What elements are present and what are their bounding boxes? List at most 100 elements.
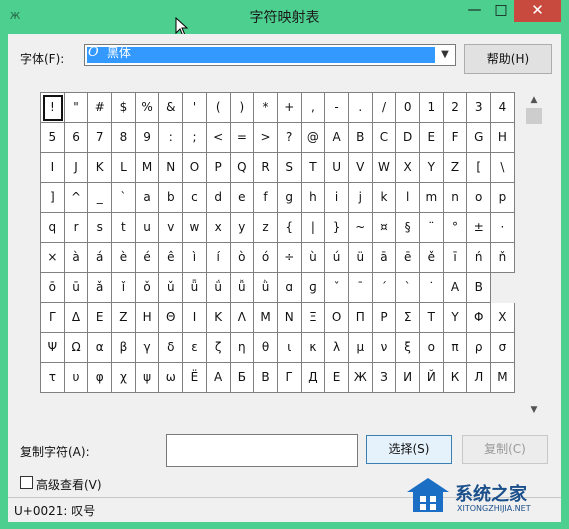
char-cell[interactable]: ' (183, 93, 207, 123)
char-cell[interactable]: З (372, 363, 397, 393)
char-cell[interactable]: i (325, 183, 349, 213)
char-cell[interactable]: Л (467, 363, 492, 393)
char-cell[interactable]: ˊ (372, 273, 397, 303)
char-cell[interactable]: ˙ (420, 273, 444, 303)
char-cell[interactable]: / (372, 93, 397, 123)
char-cell[interactable]: ú (325, 243, 349, 273)
char-cell[interactable]: Ν (277, 303, 302, 333)
char-cell[interactable]: h (301, 183, 326, 213)
char-cell[interactable]: ; (183, 123, 207, 153)
char-cell[interactable]: σ (491, 333, 515, 363)
char-cell[interactable]: B (348, 123, 373, 153)
char-cell[interactable]: f (254, 183, 278, 213)
char-cell[interactable]: + (277, 93, 302, 123)
char-cell[interactable]: Ё (183, 363, 207, 393)
char-cell[interactable]: G (467, 123, 492, 153)
char-cell[interactable]: ā (372, 243, 397, 273)
char-cell[interactable]: ζ (206, 333, 231, 363)
char-cell[interactable]: _ (88, 183, 113, 213)
char-cell[interactable]: ˇ (325, 273, 349, 303)
char-cell[interactable]: Ο (325, 303, 349, 333)
char-cell[interactable]: μ (348, 333, 373, 363)
char-cell[interactable]: k (372, 183, 397, 213)
char-cell[interactable]: ρ (467, 333, 492, 363)
char-cell[interactable]: F (443, 123, 468, 153)
char-cell[interactable]: R (254, 153, 278, 183)
char-cell[interactable]: u (135, 213, 160, 243)
title-bar[interactable]: ж 字符映射表 — □ ✕ (0, 0, 569, 34)
char-cell[interactable]: Ζ (112, 303, 136, 333)
char-cell[interactable]: á (88, 243, 113, 273)
char-cell[interactable]: ī (443, 243, 468, 273)
char-cell[interactable]: S (277, 153, 302, 183)
char-cell[interactable]: ο (420, 333, 444, 363)
char-cell[interactable]: * (254, 93, 278, 123)
char-cell[interactable]: υ (64, 363, 89, 393)
char-cell[interactable]: ν (372, 333, 397, 363)
char-cell[interactable]: Δ (64, 303, 89, 333)
char-cell[interactable]: ü (348, 243, 373, 273)
scroll-up-icon[interactable]: ▲ (525, 92, 543, 108)
char-cell[interactable]: l (396, 183, 420, 213)
char-cell[interactable]: ξ (396, 333, 420, 363)
char-cell[interactable]: ! (41, 93, 65, 123)
char-cell[interactable]: К (443, 363, 468, 393)
char-cell[interactable]: Ξ (301, 303, 326, 333)
char-cell[interactable]: v (159, 213, 184, 243)
chevron-down-icon[interactable]: ▼ (437, 47, 453, 63)
char-cell[interactable]: 5 (41, 123, 65, 153)
char-cell[interactable]: à (64, 243, 89, 273)
char-cell[interactable]: % (135, 93, 160, 123)
char-cell[interactable]: w (183, 213, 207, 243)
char-cell[interactable]: θ (254, 333, 278, 363)
char-cell[interactable]: τ (41, 363, 65, 393)
char-cell[interactable]: ˋ (396, 273, 420, 303)
char-cell[interactable]: ň (491, 243, 515, 273)
copy-button[interactable]: 复制(C) (462, 435, 548, 464)
char-cell[interactable]: ǜ (254, 273, 278, 303)
char-cell[interactable]: ǚ (230, 273, 255, 303)
char-cell[interactable]: ι (277, 333, 302, 363)
char-cell[interactable]: 3 (467, 93, 492, 123)
char-cell[interactable]: § (396, 213, 420, 243)
char-cell[interactable]: K (88, 153, 113, 183)
char-cell[interactable]: ǖ (183, 273, 207, 303)
char-cell[interactable]: ò (230, 243, 255, 273)
char-cell[interactable]: ˉ (348, 273, 373, 303)
char-cell[interactable]: ¤ (372, 213, 397, 243)
char-cell[interactable]: @ (301, 123, 326, 153)
char-cell[interactable]: β (112, 333, 136, 363)
char-cell[interactable]: ê (159, 243, 184, 273)
scroll-thumb[interactable] (526, 108, 542, 124)
char-cell[interactable]: 2 (443, 93, 468, 123)
char-cell[interactable]: # (88, 93, 113, 123)
char-cell[interactable]: & (159, 93, 184, 123)
char-cell[interactable]: . (348, 93, 373, 123)
char-cell[interactable]: Ρ (372, 303, 397, 333)
char-cell[interactable]: Θ (159, 303, 184, 333)
char-cell[interactable]: Б (230, 363, 255, 393)
char-cell[interactable]: × (41, 243, 65, 273)
char-cell[interactable]: , (301, 93, 326, 123)
char-cell[interactable]: Τ (420, 303, 444, 333)
char-cell[interactable]: 1 (420, 93, 444, 123)
char-cell[interactable]: c (183, 183, 207, 213)
help-button[interactable]: 帮助(H) (464, 44, 552, 74)
char-cell[interactable]: ? (277, 123, 302, 153)
char-cell[interactable]: Υ (443, 303, 468, 333)
char-cell[interactable]: Г (277, 363, 302, 393)
copy-characters-input[interactable] (166, 434, 358, 467)
char-cell[interactable]: И (396, 363, 420, 393)
char-cell[interactable]: ) (230, 93, 255, 123)
char-cell[interactable]: 8 (112, 123, 136, 153)
char-cell[interactable]: o (467, 183, 492, 213)
char-cell[interactable]: 6 (64, 123, 89, 153)
char-cell[interactable]: ǘ (206, 273, 231, 303)
char-cell[interactable]: λ (325, 333, 349, 363)
char-cell[interactable]: d (206, 183, 231, 213)
char-cell[interactable]: í (206, 243, 231, 273)
char-cell[interactable]: J (64, 153, 89, 183)
char-cell[interactable]: = (230, 123, 255, 153)
char-cell[interactable]: Ж (348, 363, 373, 393)
char-cell[interactable]: é (135, 243, 160, 273)
